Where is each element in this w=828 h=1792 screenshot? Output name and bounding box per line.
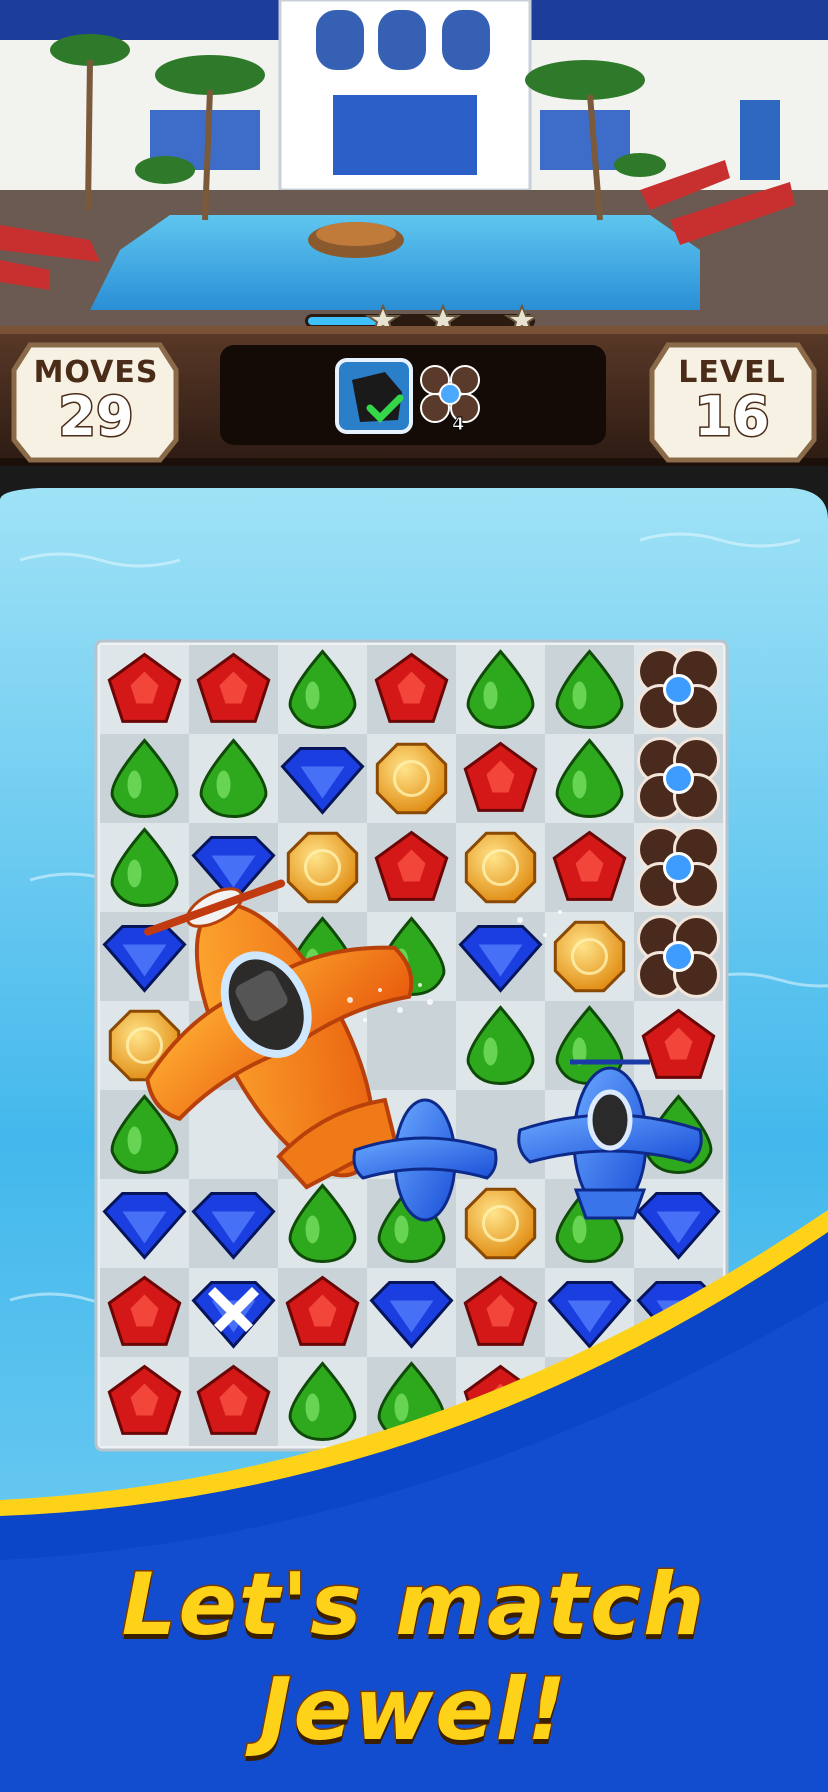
- gem-orange[interactable]: [286, 831, 359, 904]
- moves-counter: MOVES 29: [16, 345, 176, 457]
- gem-orange[interactable]: [375, 742, 448, 815]
- goal-rock-tile-icon: [335, 358, 413, 434]
- level-value: 16: [693, 384, 771, 450]
- gem-blocker[interactable]: [637, 737, 720, 820]
- tagline-line1: Let's match: [120, 1554, 707, 1657]
- board-cell[interactable]: [367, 1001, 456, 1090]
- gem-blocker[interactable]: [637, 915, 720, 998]
- level-indicator: LEVEL 16: [652, 345, 812, 457]
- gem-orange[interactable]: [553, 920, 626, 993]
- gem-orange[interactable]: [464, 831, 537, 904]
- level-progress-bar: [305, 314, 535, 328]
- gem-blocker[interactable]: [637, 826, 720, 909]
- tagline-line2: Jewel!: [258, 1659, 569, 1762]
- villa-background: [0, 0, 828, 330]
- gem-orange[interactable]: [464, 1187, 537, 1260]
- goal-remaining-count: 4: [452, 414, 465, 435]
- game-scene: 4: [0, 0, 828, 1792]
- gem-blocker[interactable]: [637, 648, 720, 731]
- moves-value: 29: [57, 384, 135, 450]
